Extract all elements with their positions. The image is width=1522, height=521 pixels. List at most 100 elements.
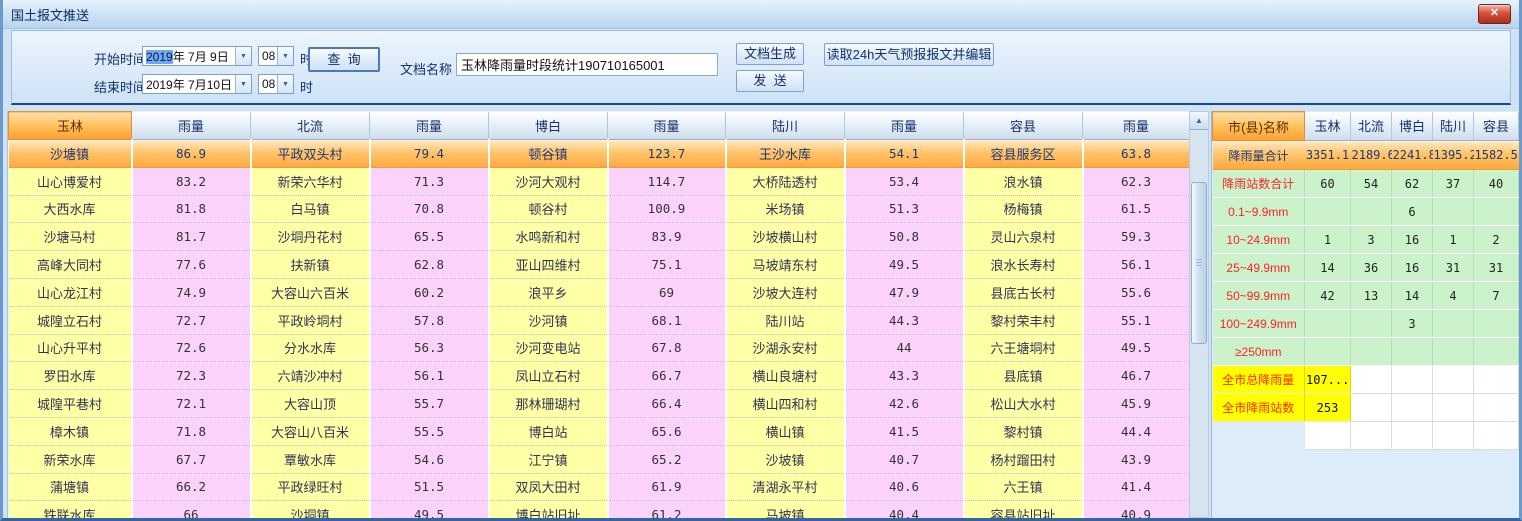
station-name-cell[interactable]: 容县站旧址 — [964, 501, 1083, 518]
main-col-header-2[interactable]: 北流 — [251, 112, 370, 140]
summary-value-cell[interactable]: 1395.2 — [1433, 141, 1474, 170]
summary-value-cell[interactable] — [1392, 338, 1433, 366]
summary-value-cell[interactable]: 40 — [1474, 170, 1519, 198]
station-name-cell[interactable]: 扶新镇 — [251, 251, 370, 279]
summary-value-cell[interactable]: 14 — [1392, 282, 1433, 310]
station-name-cell[interactable]: 横山良塘村 — [726, 362, 845, 390]
summary-value-cell[interactable] — [1474, 310, 1519, 338]
summary-row[interactable]: 25~49.9mm1436163131 — [1213, 254, 1519, 282]
rain-value-cell[interactable]: 68.1 — [608, 306, 726, 334]
main-col-header-9[interactable]: 雨量 — [1083, 112, 1190, 140]
table-row[interactable]: 新荣水库67.7覃敏水库54.6江宁镇65.2沙坡镇40.7杨村蹓田村43.9 — [9, 445, 1190, 473]
rain-value-cell[interactable]: 72.7 — [132, 306, 251, 334]
station-name-cell[interactable]: 县底古长村 — [964, 278, 1083, 306]
summary-row[interactable]: 10~24.9mm131612 — [1213, 226, 1519, 254]
rain-value-cell[interactable]: 65.6 — [608, 417, 726, 445]
station-name-cell[interactable]: 容县服务区 — [964, 140, 1083, 168]
summary-value-cell[interactable]: 62 — [1392, 170, 1433, 198]
station-name-cell[interactable]: 松山大水村 — [964, 390, 1083, 418]
rain-value-cell[interactable]: 44 — [845, 334, 964, 362]
main-col-header-5[interactable]: 雨量 — [608, 112, 726, 140]
station-name-cell[interactable]: 铁联水库 — [9, 501, 132, 518]
rain-value-cell[interactable]: 72.6 — [132, 334, 251, 362]
station-name-cell[interactable]: 平政双头村 — [251, 140, 370, 168]
station-name-cell[interactable]: 清湖永平村 — [726, 473, 845, 501]
summary-value-cell[interactable]: 107... — [1305, 366, 1351, 394]
summary-value-cell[interactable]: 37 — [1433, 170, 1474, 198]
rain-value-cell[interactable]: 69 — [608, 278, 726, 306]
table-row[interactable]: 沙塘镇86.9平政双头村79.4顿谷镇123.7王沙水库54.1容县服务区63.… — [9, 140, 1190, 168]
rain-value-cell[interactable]: 71.8 — [132, 417, 251, 445]
table-row[interactable]: 铁联水库66沙垌镇49.5博白站旧址61.2马坡镇40.4容县站旧址40.9 — [9, 501, 1190, 518]
table-row[interactable]: 罗田水库72.3六靖沙冲村56.1凤山立石村66.7横山良塘村43.3县底镇46… — [9, 362, 1190, 390]
send-button[interactable]: 发 送 — [736, 70, 804, 92]
station-name-cell[interactable]: 山心升平村 — [9, 334, 132, 362]
vertical-scrollbar[interactable]: ▲ — [1189, 111, 1209, 518]
station-name-cell[interactable]: 横山镇 — [726, 417, 845, 445]
summary-value-cell[interactable] — [1433, 394, 1474, 422]
station-name-cell[interactable]: 马坡靖东村 — [726, 251, 845, 279]
summary-value-cell[interactable] — [1474, 198, 1519, 226]
station-name-cell[interactable]: 沙坡大连村 — [726, 278, 845, 306]
station-name-cell[interactable]: 王沙水库 — [726, 140, 845, 168]
station-name-cell[interactable]: 大容山八百米 — [251, 417, 370, 445]
rain-value-cell[interactable]: 71.3 — [370, 167, 489, 195]
station-name-cell[interactable]: 新荣水库 — [9, 445, 132, 473]
station-name-cell[interactable]: 沙坡横山村 — [726, 223, 845, 251]
rain-value-cell[interactable]: 41.5 — [845, 417, 964, 445]
table-row[interactable]: 樟木镇71.8大容山八百米55.5博白站65.6横山镇41.5黎村镇44.4 — [9, 417, 1190, 445]
summary-value-cell[interactable]: 36 — [1351, 254, 1392, 282]
summary-value-cell[interactable]: 16 — [1392, 254, 1433, 282]
station-name-cell[interactable]: 马坡镇 — [726, 501, 845, 518]
station-name-cell[interactable]: 博白站旧址 — [489, 501, 608, 518]
read-forecast-button[interactable]: 读取24h天气预报报文并编辑 — [824, 43, 994, 66]
rain-value-cell[interactable]: 41.4 — [1083, 473, 1190, 501]
station-name-cell[interactable]: 沙坡镇 — [726, 445, 845, 473]
start-date-combo[interactable]: 2019年 7月 9日 ▼ — [142, 46, 252, 66]
query-button[interactable]: 查 询 — [308, 47, 380, 72]
rain-value-cell[interactable]: 40.4 — [845, 501, 964, 518]
table-row[interactable]: 山心龙江村74.9大容山六百米60.2浪平乡69沙坡大连村47.9县底古长村55… — [9, 278, 1190, 306]
summary-value-cell[interactable]: 253 — [1305, 394, 1351, 422]
main-col-header-4[interactable]: 博白 — [489, 112, 608, 140]
main-col-header-1[interactable]: 雨量 — [132, 112, 251, 140]
summary-row[interactable]: 全市总降雨量107... — [1213, 366, 1519, 394]
rain-value-cell[interactable]: 56.1 — [1083, 251, 1190, 279]
summary-col-header-5[interactable]: 容县 — [1474, 112, 1519, 141]
rain-value-cell[interactable]: 66.4 — [608, 390, 726, 418]
station-name-cell[interactable]: 高峰大同村 — [9, 251, 132, 279]
rain-value-cell[interactable]: 40.9 — [1083, 501, 1190, 518]
summary-value-cell[interactable]: 13 — [1351, 282, 1392, 310]
main-col-header-8[interactable]: 容县 — [964, 112, 1083, 140]
station-name-cell[interactable]: 覃敏水库 — [251, 445, 370, 473]
station-name-cell[interactable]: 六靖沙冲村 — [251, 362, 370, 390]
rain-value-cell[interactable]: 83.2 — [132, 167, 251, 195]
start-hour-combo[interactable]: 08 ▼ — [258, 46, 294, 66]
table-row[interactable]: 沙塘马村81.7沙垌丹花村65.5水鸣新和村83.9沙坡横山村50.8灵山六泉村… — [9, 223, 1190, 251]
summary-value-cell[interactable]: 60 — [1305, 170, 1351, 198]
summary-row[interactable]: 降雨站数合计6054623740 — [1213, 170, 1519, 198]
summary-row[interactable]: 0.1~9.9mm6 — [1213, 198, 1519, 226]
station-name-cell[interactable]: 那林珊瑚村 — [489, 390, 608, 418]
rain-value-cell[interactable]: 123.7 — [608, 140, 726, 168]
table-row[interactable]: 大西水库81.8白马镇70.8顿谷村100.9米场镇51.3杨梅镇61.5 — [9, 195, 1190, 223]
rain-value-cell[interactable]: 43.3 — [845, 362, 964, 390]
summary-value-cell[interactable] — [1305, 198, 1351, 226]
station-name-cell[interactable]: 沙河镇 — [489, 306, 608, 334]
summary-value-cell[interactable] — [1351, 366, 1392, 394]
rain-value-cell[interactable]: 81.7 — [132, 223, 251, 251]
rain-value-cell[interactable]: 55.1 — [1083, 306, 1190, 334]
main-col-header-0[interactable]: 玉林 — [9, 112, 132, 140]
rain-value-cell[interactable]: 100.9 — [608, 195, 726, 223]
summary-value-cell[interactable] — [1433, 338, 1474, 366]
summary-value-cell[interactable] — [1305, 338, 1351, 366]
rain-value-cell[interactable]: 51.3 — [845, 195, 964, 223]
station-name-cell[interactable]: 黎村镇 — [964, 417, 1083, 445]
rain-value-cell[interactable]: 65.2 — [608, 445, 726, 473]
summary-value-cell[interactable] — [1351, 198, 1392, 226]
chevron-down-icon[interactable]: ▼ — [277, 75, 293, 93]
rain-value-cell[interactable]: 40.7 — [845, 445, 964, 473]
rain-value-cell[interactable]: 46.7 — [1083, 362, 1190, 390]
summary-value-cell[interactable]: 1582.5 — [1474, 141, 1519, 170]
summary-col-header-3[interactable]: 博白 — [1392, 112, 1433, 141]
